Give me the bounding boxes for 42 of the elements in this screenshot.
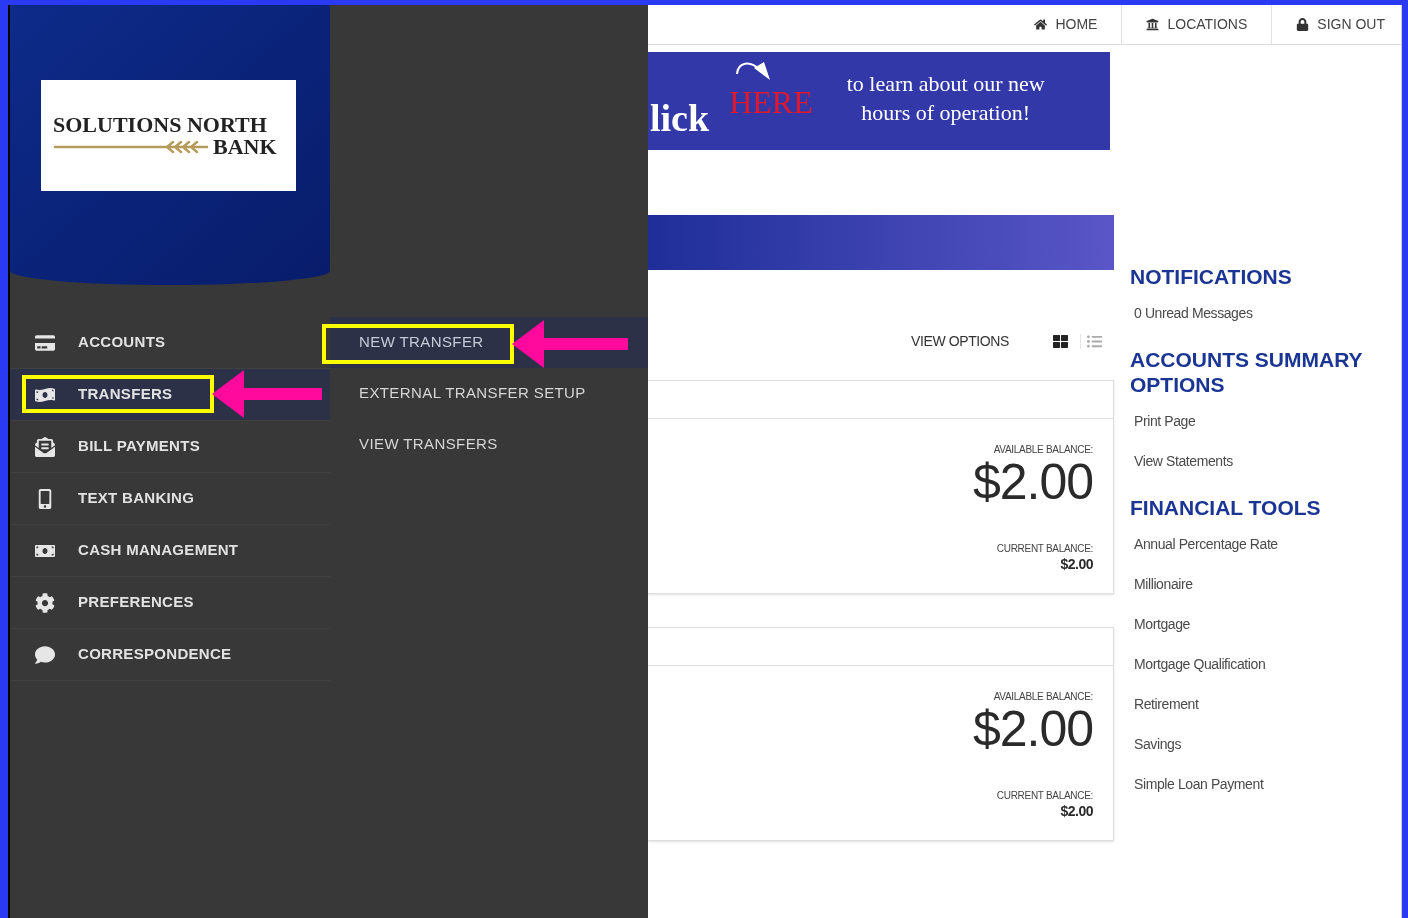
cards-icon xyxy=(34,332,56,353)
top-nav-link[interactable]: LOCATIONS xyxy=(1121,5,1272,44)
section-heading: ACCOUNTS SUMMARY OPTIONS xyxy=(1130,347,1364,397)
submenu-item[interactable]: EXTERNAL TRANSFER SETUP xyxy=(330,368,648,419)
sidebar-link[interactable]: Mortgage xyxy=(1134,613,1190,635)
view-options-label: VIEW OPTIONS xyxy=(911,331,1009,351)
balance-amount: $2.00 xyxy=(972,457,1093,507)
envelope-icon xyxy=(34,436,56,457)
balance-amount: $2.00 xyxy=(972,704,1093,754)
banner-text: lick xyxy=(650,99,710,137)
submenu-item[interactable]: VIEW TRANSFERS xyxy=(330,419,648,470)
section-heading: NOTIFICATIONS xyxy=(1130,264,1293,289)
chat-bubble-icon xyxy=(34,644,56,665)
promo-banner[interactable]: lick HERE to learn about our new hours of operation! xyxy=(648,52,1110,150)
sidebar-link[interactable]: Mortgage Qualification xyxy=(1134,653,1266,675)
top-nav-link[interactable]: HOME xyxy=(1010,5,1122,44)
logo-text: BANK xyxy=(213,135,277,158)
sidebar-link[interactable]: Annual Percentage Rate xyxy=(1134,533,1278,555)
balance-label: AVAILABLE BALANCE: xyxy=(993,443,1093,457)
section-heading: FINANCIAL TOOLS xyxy=(1130,495,1322,520)
bank-building-icon xyxy=(1146,18,1160,31)
sidebar-link[interactable]: Retirement xyxy=(1134,693,1199,715)
bank-logo[interactable]: SOLUTIONS NORTH BANK xyxy=(41,80,296,191)
sidebar-link[interactable]: Millionaire xyxy=(1134,573,1193,595)
banner-text: to learn about our new hours of operation! xyxy=(845,70,1046,127)
sidebar-link[interactable]: 0 Unread Messages xyxy=(1134,302,1253,324)
settings-icon xyxy=(34,592,56,613)
balance-label: CURRENT BALANCE: xyxy=(996,789,1093,803)
grid-view-icon[interactable] xyxy=(1053,333,1068,349)
lock-icon xyxy=(1296,18,1310,31)
balance-label: AVAILABLE BALANCE: xyxy=(993,690,1093,704)
balance-amount: $2.00 xyxy=(1060,556,1093,572)
wheat-line-icon xyxy=(53,139,209,154)
sidebar-link[interactable]: Savings xyxy=(1134,733,1181,755)
sidebar-link[interactable]: Simple Loan Payment xyxy=(1134,773,1264,795)
home-icon xyxy=(1034,18,1048,31)
sidebar-link[interactable]: Print Page xyxy=(1134,410,1196,432)
sidebar-link[interactable]: View Statements xyxy=(1134,450,1233,472)
balance-label: CURRENT BALANCE: xyxy=(996,542,1093,556)
logo-text: SOLUTIONS NORTH xyxy=(53,113,268,136)
top-nav-link[interactable]: SIGN OUT xyxy=(1271,5,1389,44)
balance-amount: $2.00 xyxy=(1060,803,1093,819)
